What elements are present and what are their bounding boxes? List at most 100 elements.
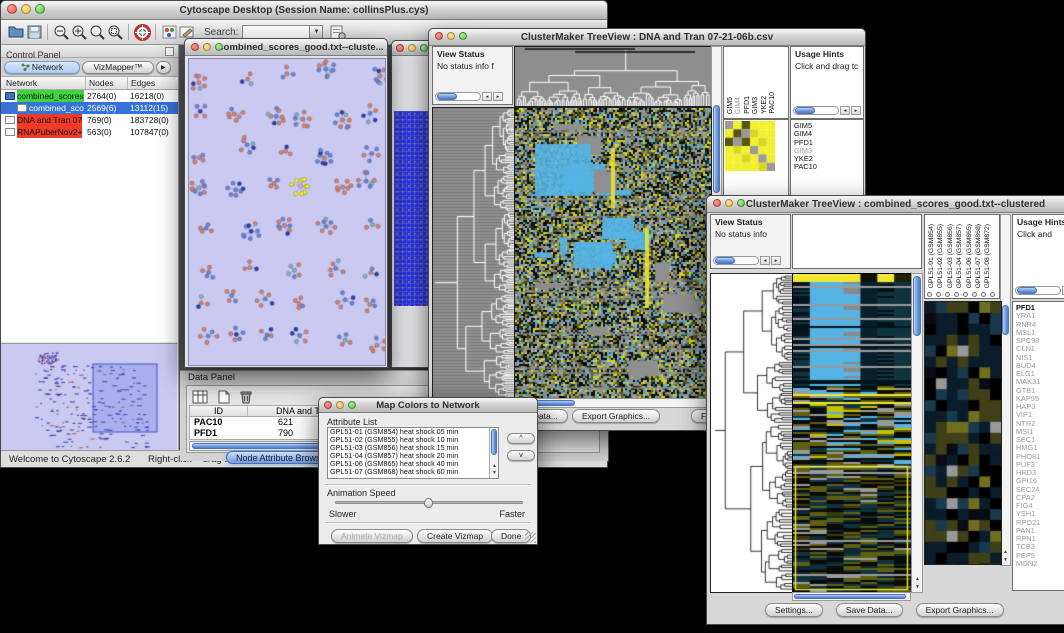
close-button[interactable]: [7, 4, 17, 14]
attribute-table-icon[interactable]: [191, 388, 209, 406]
close-button[interactable]: [396, 44, 404, 52]
column-label[interactable]: GIM4: [735, 97, 743, 114]
gene-label[interactable]: PAC10: [791, 163, 863, 171]
tab-vizmapper[interactable]: VizMapper™: [82, 61, 154, 74]
export-graphics-button[interactable]: Export Graphics...: [572, 409, 660, 423]
tv1-row-dendrogram[interactable]: [432, 107, 515, 400]
search-dropdown-button[interactable]: ▼: [310, 25, 323, 39]
attribute-item[interactable]: GPL51-07 (GSM868) heat shock 60 min: [328, 468, 489, 476]
column-label[interactable]: YKE2: [761, 96, 769, 114]
tv2-zoom-heatmap[interactable]: [924, 301, 1002, 565]
float-panel-icon[interactable]: [165, 47, 174, 56]
zoom-in-icon[interactable]: [70, 23, 88, 41]
animation-speed-slider[interactable]: [335, 501, 523, 504]
column-label[interactable]: PFD1: [744, 96, 752, 114]
zoom-button[interactable]: [215, 43, 223, 51]
zoom-button[interactable]: [348, 401, 356, 409]
view-status-text: No status info: [711, 227, 790, 239]
minimize-button[interactable]: [336, 401, 344, 409]
dialog-button-row: Animate VizmapCreate VizmapDone: [319, 526, 537, 542]
network-row[interactable]: DNA and Tran 07769(0)183728(0): [1, 114, 178, 126]
close-button[interactable]: [713, 199, 721, 207]
slider-thumb[interactable]: [424, 498, 433, 508]
search-input[interactable]: [242, 25, 310, 39]
tv2-heatmap[interactable]: [792, 273, 912, 593]
column-label[interactable]: PAC10: [769, 92, 777, 114]
move-down-button[interactable]: v: [507, 450, 535, 461]
open-session-icon[interactable]: [7, 23, 25, 41]
minimize-button[interactable]: [408, 44, 416, 52]
dense-network-canvas[interactable]: [394, 111, 428, 306]
network-row[interactable]: combined_scores2764(0)16218(0): [1, 90, 178, 102]
tv1-heatmap[interactable]: [514, 107, 712, 400]
view-status-scrollbar[interactable]: ◂▸: [435, 92, 503, 101]
animate-vizmap-button[interactable]: Animate Vizmap: [331, 529, 413, 543]
tv2-main-vscrollbar[interactable]: ▲ ▼: [911, 273, 923, 593]
window-title: Cytoscape Desktop (Session Name: collins…: [180, 5, 429, 16]
window-controls[interactable]: [324, 401, 356, 409]
zoom-selected-icon[interactable]: [88, 23, 106, 41]
move-up-button[interactable]: ^: [507, 433, 535, 444]
attribute-list-scrollbar[interactable]: ▲ ▼: [489, 428, 498, 478]
close-button[interactable]: [324, 401, 332, 409]
tv1-zoom-heatmap[interactable]: [725, 121, 775, 171]
resize-grip[interactable]: [525, 532, 536, 543]
window-controls[interactable]: [435, 32, 467, 40]
column-label[interactable]: GPL51-07 (GSM868): [975, 224, 983, 288]
zoom-fit-icon[interactable]: [106, 23, 124, 41]
attribute-list-label: Attribute List: [327, 417, 377, 427]
zoom-button[interactable]: [459, 32, 467, 40]
close-button[interactable]: [191, 43, 199, 51]
create-vizmap-button[interactable]: Create Vizmap: [417, 529, 493, 543]
window-controls[interactable]: [713, 199, 745, 207]
col-header-id[interactable]: ID: [190, 406, 248, 416]
vizmapper-icon[interactable]: [160, 23, 178, 41]
window-controls[interactable]: [7, 4, 45, 14]
cytoscape-titlebar[interactable]: Cytoscape Desktop (Session Name: collins…: [1, 1, 607, 20]
column-label[interactable]: GPL51-06 (GSM865): [966, 224, 974, 288]
document-icon: [17, 104, 27, 112]
data-panel-title: Data Panel: [188, 372, 235, 383]
column-label[interactable]: GPL51-03 (GSM856): [947, 224, 955, 288]
close-button[interactable]: [435, 32, 443, 40]
column-label[interactable]: GPL51-02 (GSM855): [937, 224, 945, 288]
zoom-out-icon[interactable]: [52, 23, 70, 41]
help-lifering-icon[interactable]: [133, 23, 151, 41]
column-label[interactable]: GIM3: [752, 97, 760, 114]
network-row[interactable]: RNAPuberNov2+563(0)107847(0): [1, 126, 178, 138]
view-status-scrollbar[interactable]: ◂▸: [713, 256, 781, 265]
window-controls[interactable]: [396, 44, 428, 52]
folder-icon: [5, 92, 15, 100]
column-label[interactable]: GPL51-01 (GSM854): [928, 224, 936, 288]
usage-hints-scrollbar[interactable]: ◂▸: [793, 106, 861, 115]
usage-hints-scrollbar[interactable]: ◂▸: [1015, 286, 1064, 295]
network-row[interactable]: combined_sco2569(6)13112(15): [1, 102, 178, 114]
minimize-button[interactable]: [447, 32, 455, 40]
anchor-dot: [990, 292, 995, 297]
gene-label[interactable]: MON2: [1013, 560, 1064, 568]
tv2-row-dendrogram[interactable]: [710, 273, 793, 593]
tab-network[interactable]: Network: [4, 61, 80, 74]
new-attribute-icon[interactable]: [215, 388, 233, 406]
attribute-listbox[interactable]: GPL51-01 (GSM854) heat shock 05 minGPL51…: [327, 427, 499, 479]
usage-hints-text: Click and: [1013, 227, 1064, 239]
network-canvas[interactable]: [188, 58, 386, 366]
birdseye-view[interactable]: [1, 343, 177, 463]
zoom-button[interactable]: [737, 199, 745, 207]
zoom-button[interactable]: [35, 4, 45, 14]
export-graphics-button[interactable]: Export Graphics...: [916, 603, 1004, 617]
settings-button[interactable]: Settings...: [765, 603, 823, 617]
column-label[interactable]: GPL51-08 (GSM872): [984, 224, 992, 288]
window-controls[interactable]: [191, 43, 223, 51]
tab-overflow[interactable]: ▶: [156, 61, 171, 74]
minimize-button[interactable]: [203, 43, 211, 51]
minimize-button[interactable]: [725, 199, 733, 207]
save-session-icon[interactable]: [25, 23, 43, 41]
column-label[interactable]: GIM5: [727, 97, 735, 114]
delete-attribute-icon[interactable]: [237, 388, 255, 406]
save-data-button[interactable]: Save Data...: [836, 603, 903, 617]
column-label[interactable]: GPL51-04 (GSM857): [956, 224, 964, 288]
zoom-button[interactable]: [420, 44, 428, 52]
tv1-column-dendrogram[interactable]: [514, 46, 712, 107]
minimize-button[interactable]: [21, 4, 31, 14]
